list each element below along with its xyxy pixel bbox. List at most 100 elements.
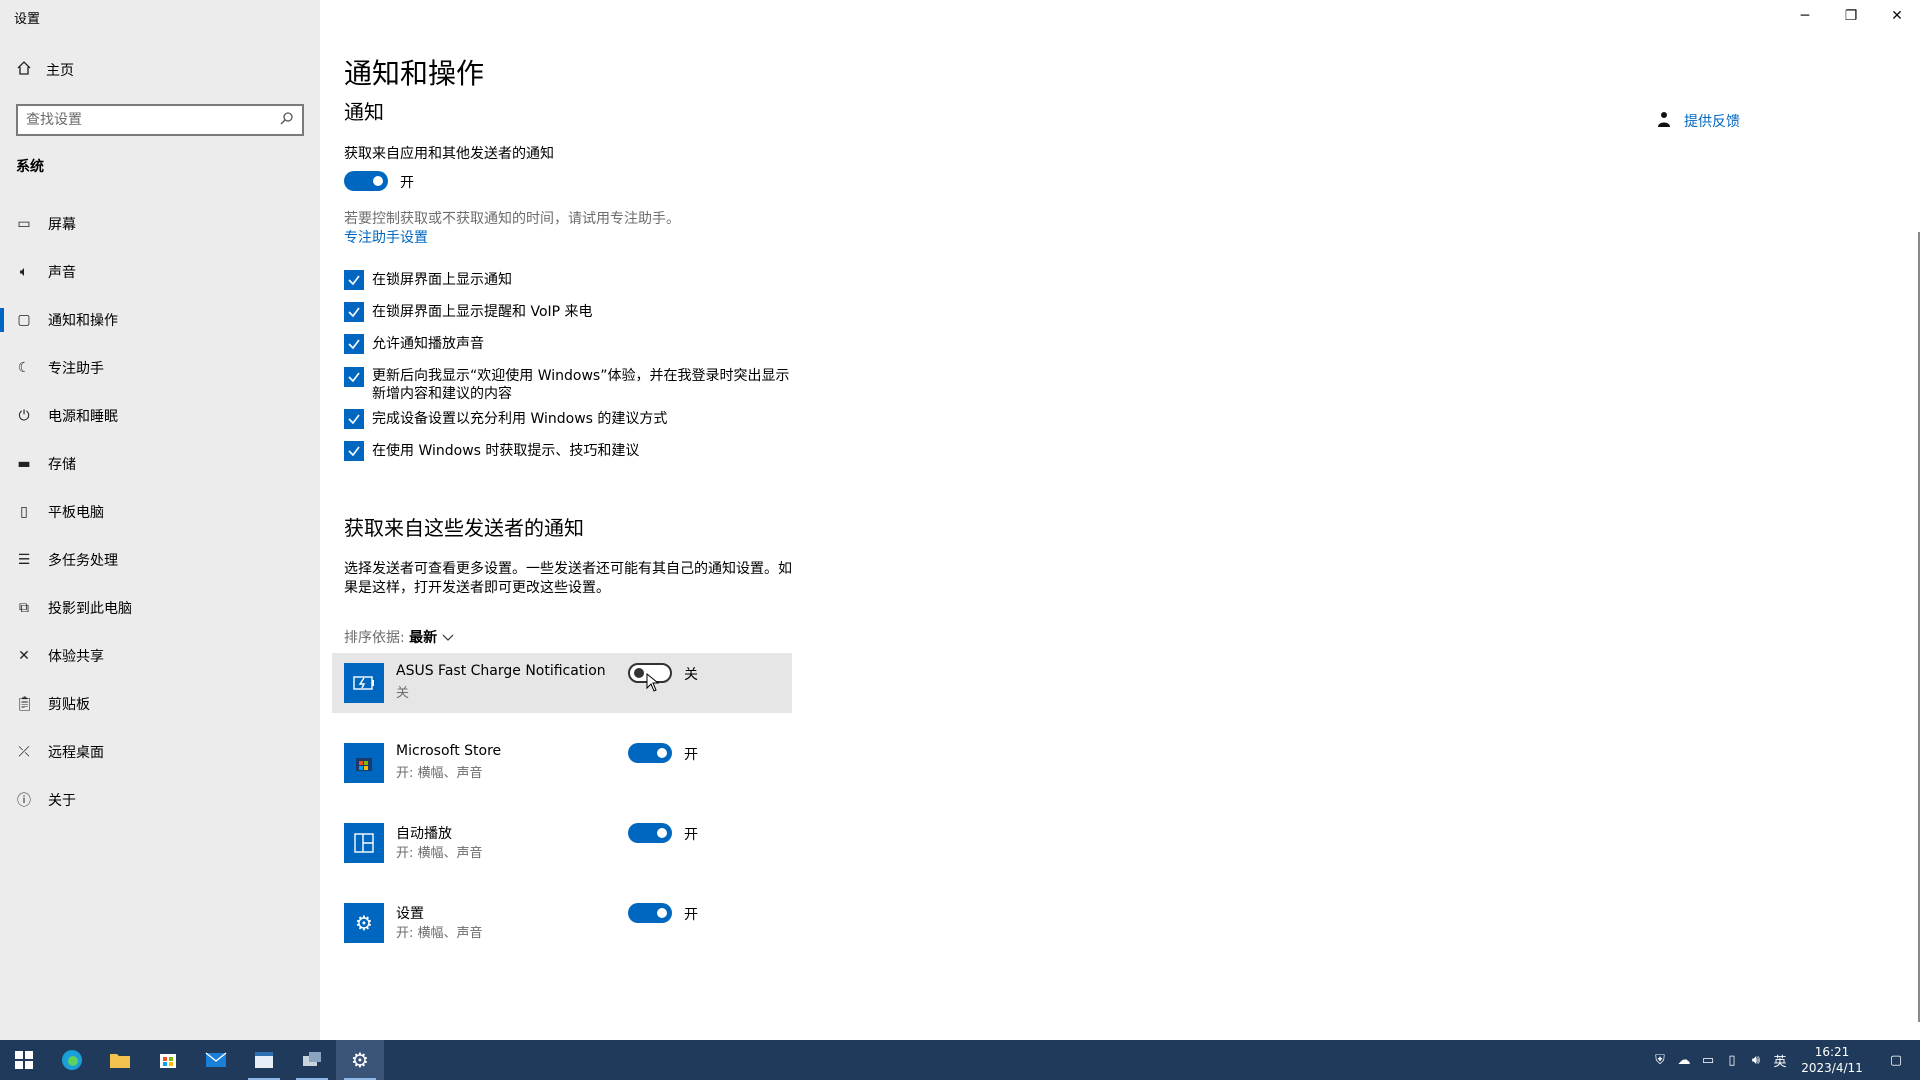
sender-name: ASUS Fast Charge Notification [396,663,606,679]
clipboard-icon: 📋︎ [16,696,34,712]
clock-time: 16:21 [1814,1045,1850,1059]
senders-description: 选择发送者可查看更多设置。一些发送者还可能有其自己的通知设置。如果是这样，打开发… [344,561,792,596]
sidebar-item-label: 投影到此电脑 [48,601,132,617]
sender-toggle-state: 开 [684,747,698,763]
sidebar-item-sound[interactable]: 🔈︎ 声音 [0,248,320,296]
focus-assist-link[interactable]: 专注助手设置 [344,227,428,247]
sender-toggle[interactable] [628,743,672,763]
sort-dropdown[interactable]: 排序依据: 最新 [344,627,454,647]
charge-icon [344,663,384,703]
checkbox-label: 完成设备设置以充分利用 Windows 的建议方式 [372,411,668,427]
settings-icon[interactable]: ⚙ [336,1040,384,1080]
sidebar-item-display[interactable]: ▭ 屏幕 [0,200,320,248]
battery-icon[interactable]: ▯ [1720,1053,1744,1068]
action-center-icon[interactable]: ▢ [1872,1053,1920,1068]
checkbox-lockscreen-notifications[interactable] [344,270,364,290]
sidebar-section-title: 系统 [16,159,44,175]
project-icon: ⧉ [19,600,29,616]
app-icon[interactable] [240,1040,288,1080]
speaker-icon: 🔈︎ [19,264,29,280]
sender-row-asus[interactable]: ASUS Fast Charge Notification 关 关 [332,653,792,713]
checkbox-notification-sounds[interactable] [344,334,364,354]
sidebar-nav: ▭ 屏幕 🔈︎ 声音 ▢ 通知和操作 ☾ 专注助手 ⏻ 电源和睡眠 ▬ 存储 ▯… [0,200,320,824]
notifications-master-toggle[interactable] [344,171,388,191]
network-app-icon[interactable] [288,1040,336,1080]
start-icon[interactable] [0,1040,48,1080]
sidebar-item-storage[interactable]: ▬ 存储 [0,440,320,488]
sidebar-item-tablet[interactable]: ▯ 平板电脑 [0,488,320,536]
sort-value: 最新 [409,630,438,646]
share-icon: ✕ [18,648,30,664]
sidebar-item-clipboard[interactable]: 📋︎ 剪贴板 [0,680,320,728]
display-icon: ▭ [17,216,31,232]
mail-icon[interactable] [192,1040,240,1080]
sender-status: 开: 横幅、声音 [396,846,483,861]
sender-name: Microsoft Store [396,743,502,759]
sidebar-item-label: 电源和睡眠 [48,409,118,425]
sidebar-item-multitask[interactable]: ☰ 多任务处理 [0,536,320,584]
sender-status: 开: 横幅、声音 [396,926,483,941]
gear-icon: ⚙ [344,903,384,943]
close-button[interactable]: ✕ [1874,0,1920,32]
remote-desktop-icon: ⤫ [18,744,30,760]
sidebar-item-share[interactable]: ✕ 体验共享 [0,632,320,680]
volume-icon[interactable]: 🔊︎ [1744,1053,1768,1068]
sidebar-item-label: 关于 [48,793,76,809]
multitask-icon: ☰ [17,552,31,568]
info-icon: ⓘ [17,793,31,809]
security-icon[interactable]: ⛨ [1648,1053,1672,1068]
sender-toggle[interactable] [628,903,672,923]
sidebar-item-label: 通知和操作 [48,313,118,329]
checkbox-welcome-experience[interactable] [344,367,364,387]
checkbox-label: 在锁屏界面上显示提醒和 VoIP 来电 [372,304,593,320]
search-icon[interactable] [280,111,294,129]
sender-toggle-state: 关 [684,667,698,683]
cloud-icon[interactable]: ☁ [1672,1053,1696,1068]
sidebar-item-label: 远程桌面 [48,745,104,761]
senders-title: 获取来自这些发送者的通知 [344,516,584,540]
sidebar-item-label: 专注助手 [48,361,104,377]
sidebar-home[interactable]: 主页 [16,60,74,80]
checkbox-label: 允许通知播放声音 [372,336,484,352]
sidebar-item-remote-desktop[interactable]: ⤫ 远程桌面 [0,728,320,776]
sidebar-item-label: 体验共享 [48,649,104,665]
master-toggle-state: 开 [400,175,414,191]
checkbox-device-setup[interactable] [344,409,364,429]
input-language[interactable]: 英 [1768,1051,1792,1070]
search-field[interactable] [16,104,304,136]
sender-status: 关 [396,686,410,701]
sender-row-microsoft-store[interactable]: Microsoft Store 开: 横幅、声音 开 [332,733,792,793]
edge-icon[interactable] [48,1040,96,1080]
sender-name: 自动播放 [396,826,452,842]
checkbox-lockscreen-reminders[interactable] [344,302,364,322]
checkbox-label: 在锁屏界面上显示通知 [372,272,512,288]
sender-status: 开: 横幅、声音 [396,766,483,781]
sender-toggle-state: 开 [684,907,698,923]
clock[interactable]: 16:21 2023/4/11 [1792,1044,1872,1076]
sort-label: 排序依据: [344,630,405,646]
sidebar-item-power[interactable]: ⏻ 电源和睡眠 [0,392,320,440]
search-input[interactable] [26,112,280,128]
sidebar-item-focus[interactable]: ☾ 专注助手 [0,344,320,392]
checkbox-tips[interactable] [344,441,364,461]
sidebar-item-label: 剪贴板 [48,697,90,713]
section-title-notifications: 通知 [344,100,384,124]
sidebar-item-label: 平板电脑 [48,505,104,521]
sender-toggle[interactable] [628,823,672,843]
file-explorer-icon[interactable] [96,1040,144,1080]
sender-toggle-state: 开 [684,827,698,843]
chevron-down-icon [442,630,454,646]
store-icon[interactable] [144,1040,192,1080]
sidebar-item-project[interactable]: ⧉ 投影到此电脑 [0,584,320,632]
feedback-link[interactable]: 提供反馈 [1656,110,1740,132]
autoplay-icon [344,823,384,863]
focus-hint: 若要控制获取或不获取通知的时间，请试用专注助手。 [344,211,680,227]
network-icon[interactable]: ▭ [1696,1053,1720,1068]
sidebar-item-about[interactable]: ⓘ 关于 [0,776,320,824]
taskbar: ⚙ ⛨ ☁ ▭ ▯ 🔊︎ 英 16:21 2023/4/11 ▢ [0,1040,1920,1080]
home-icon [16,60,32,80]
main-content: 通知和操作 通知 获取来自应用和其他发送者的通知 开 若要控制获取或不获取通知的… [332,0,1844,1040]
sidebar-item-notifications[interactable]: ▢ 通知和操作 [0,296,320,344]
sender-row-settings[interactable]: ⚙ 设置 开: 横幅、声音 开 [332,893,792,953]
sender-row-autoplay[interactable]: 自动播放 开: 横幅、声音 开 [332,813,792,873]
